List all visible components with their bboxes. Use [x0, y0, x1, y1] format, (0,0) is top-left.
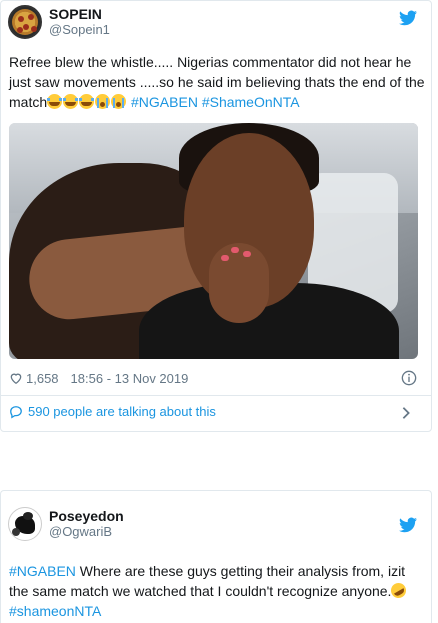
chevron-right-icon[interactable]	[401, 406, 411, 420]
tweet-timestamp[interactable]: 18:56 - 13 Nov 2019	[71, 371, 189, 386]
avatar[interactable]	[8, 507, 42, 541]
crying-emoji-icon	[111, 94, 127, 109]
user-handle[interactable]: @Sopein1	[49, 22, 110, 38]
author-block[interactable]: SOPEIN @Sopein1	[49, 6, 110, 38]
tweet-text: #NGABEN Where are these guys getting the…	[9, 561, 425, 621]
tears-of-joy-emoji-icon	[79, 94, 95, 109]
hashtag-link[interactable]: #ShameOnNTA	[202, 94, 300, 110]
tweet-photo[interactable]	[9, 123, 418, 359]
twitter-bird-icon[interactable]	[399, 517, 417, 533]
speech-bubble-icon	[10, 405, 22, 418]
heart-icon[interactable]	[9, 371, 23, 385]
tweet-meta: 1,658 18:56 - 13 Nov 2019	[9, 369, 188, 387]
hashtag-link[interactable]: #NGABEN	[9, 563, 76, 579]
like-count[interactable]: 1,658	[26, 371, 59, 386]
hashtag-link[interactable]: #shameonNTA	[9, 603, 101, 619]
tweet-header: SOPEIN @Sopein1	[8, 5, 110, 39]
rolling-laughing-emoji-icon	[388, 580, 410, 601]
tweet-card: SOPEIN @Sopein1 Refree blew the whistle.…	[0, 0, 432, 432]
user-handle[interactable]: @OgwariB	[49, 524, 124, 540]
author-block[interactable]: Poseyedon @OgwariB	[49, 508, 124, 540]
display-name[interactable]: Poseyedon	[49, 508, 124, 524]
tears-of-joy-emoji-icon	[63, 94, 79, 109]
hashtag-link[interactable]: #NGABEN	[131, 94, 198, 110]
conversation-link[interactable]: 590 people are talking about this	[9, 404, 216, 419]
talking-count[interactable]: 590 people are talking about this	[28, 404, 216, 419]
info-icon[interactable]	[401, 370, 417, 386]
display-name[interactable]: SOPEIN	[49, 6, 110, 22]
twitter-bird-icon[interactable]	[399, 10, 417, 26]
crying-emoji-icon	[95, 94, 111, 109]
divider	[1, 395, 431, 396]
tears-of-joy-emoji-icon	[47, 94, 63, 109]
tweet-card: Poseyedon @OgwariB #NGABEN Where are the…	[0, 490, 432, 623]
tweet-header: Poseyedon @OgwariB	[8, 507, 124, 541]
tweet-text: Refree blew the whistle..... Nigerias co…	[9, 52, 425, 112]
avatar[interactable]	[8, 5, 42, 39]
